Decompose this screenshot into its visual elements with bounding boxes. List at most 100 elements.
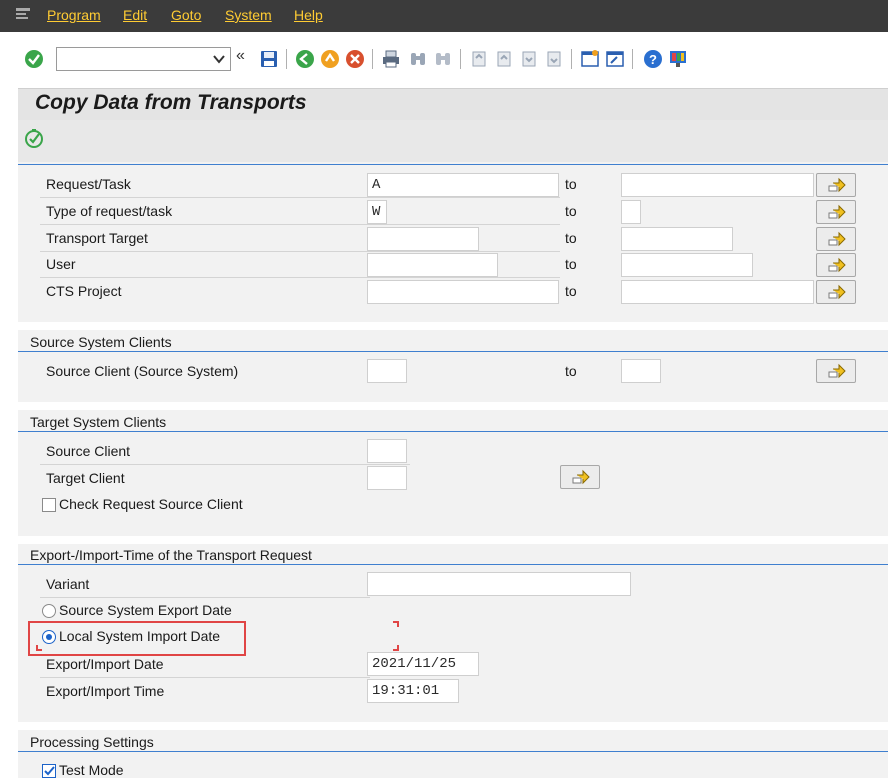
source-client-source-system-label: Source Client (Source System) — [46, 363, 239, 379]
target-client-input[interactable] — [367, 466, 407, 490]
new-session-icon[interactable] — [580, 49, 600, 69]
selection-group: Request/Task A to Type of request/task W… — [18, 162, 888, 322]
last-page-icon[interactable] — [544, 49, 564, 69]
group-divider — [18, 431, 888, 432]
arrow-right-icon — [828, 363, 846, 379]
collapse-icon[interactable]: « — [236, 47, 245, 65]
to-label: to — [565, 283, 577, 299]
export-import-time-label: Export/Import Time — [46, 683, 165, 699]
check-request-source-client-label: Check Request Source Client — [59, 496, 243, 512]
arrow-right-icon — [828, 257, 846, 273]
source-client-high-input[interactable] — [621, 359, 661, 383]
cts-project-low-input[interactable] — [367, 280, 559, 304]
group-title: Export-/Import-Time of the Transport Req… — [30, 547, 312, 563]
find-next-icon[interactable] — [433, 49, 453, 69]
print-icon[interactable] — [381, 49, 401, 69]
cts-project-label: CTS Project — [46, 283, 122, 299]
user-high-input[interactable] — [621, 253, 753, 277]
menu-help[interactable]: Help — [294, 7, 323, 23]
group-divider — [18, 564, 888, 565]
to-label: to — [565, 176, 577, 192]
cancel-icon[interactable] — [345, 49, 365, 69]
focus-corner-marker — [36, 645, 42, 651]
transport-target-low-input[interactable] — [367, 227, 479, 251]
shortcut-icon[interactable] — [605, 49, 625, 69]
toolbar-separator — [372, 49, 373, 69]
find-icon[interactable] — [408, 49, 428, 69]
menu-system[interactable]: System — [225, 7, 272, 23]
cts-project-high-input[interactable] — [621, 280, 814, 304]
target-client-multiple-selection-button[interactable] — [560, 465, 600, 489]
focus-corner-marker — [393, 645, 399, 651]
page-title: Copy Data from Transports — [35, 91, 307, 114]
type-of-request-high-input[interactable] — [621, 200, 641, 224]
execute-icon[interactable] — [24, 129, 44, 149]
standard-toolbar: « ? — [0, 32, 888, 88]
focus-corner-marker — [393, 621, 399, 627]
customize-layout-icon[interactable] — [668, 49, 688, 69]
group-divider — [18, 351, 888, 352]
row-divider — [40, 597, 370, 598]
source-client-multiple-selection-button[interactable] — [816, 359, 856, 383]
menu-program[interactable]: Program — [47, 7, 101, 23]
request-task-low-input[interactable]: A — [367, 173, 559, 197]
first-page-icon[interactable] — [469, 49, 489, 69]
application-toolbar — [18, 120, 888, 162]
check-request-source-client-checkbox[interactable] — [42, 498, 56, 512]
export-import-time-input[interactable]: 19:31:01 — [367, 679, 459, 703]
type-of-request-low-input[interactable]: W — [367, 200, 387, 224]
to-label: to — [565, 256, 577, 272]
source-system-export-date-label: Source System Export Date — [59, 602, 232, 618]
toolbar-separator — [286, 49, 287, 69]
type-of-request-multiple-selection-button[interactable] — [816, 200, 856, 224]
row-divider — [40, 677, 370, 678]
chevron-down-icon[interactable] — [211, 51, 227, 67]
export-import-date-label: Export/Import Date — [46, 656, 164, 672]
group-title: Processing Settings — [30, 734, 154, 750]
arrow-right-icon — [828, 284, 846, 300]
type-of-request-label: Type of request/task — [46, 203, 173, 219]
arrow-right-icon — [828, 231, 846, 247]
menu-icon[interactable] — [16, 8, 32, 20]
group-title: Target System Clients — [30, 414, 167, 430]
variant-input[interactable] — [367, 572, 631, 596]
source-client-low-input[interactable] — [367, 359, 407, 383]
source-client-input[interactable] — [367, 439, 407, 463]
previous-page-icon[interactable] — [494, 49, 514, 69]
command-field[interactable] — [56, 47, 231, 71]
row-divider — [40, 464, 410, 465]
to-label: to — [565, 363, 577, 379]
cts-project-multiple-selection-button[interactable] — [816, 280, 856, 304]
variant-label: Variant — [46, 576, 90, 592]
transport-target-multiple-selection-button[interactable] — [816, 227, 856, 251]
menu-bar: Program Edit Goto System Help — [0, 0, 888, 32]
target-system-clients-group: Target System Clients Source Client Targ… — [18, 410, 888, 536]
menu-edit[interactable]: Edit — [123, 7, 147, 23]
source-system-export-date-radio[interactable] — [42, 604, 56, 618]
menu-goto[interactable]: Goto — [171, 7, 201, 23]
save-icon[interactable] — [259, 49, 279, 69]
source-system-clients-group: Source System Clients Source Client (Sou… — [18, 330, 888, 402]
test-mode-label: Test Mode — [59, 762, 124, 778]
user-multiple-selection-button[interactable] — [816, 253, 856, 277]
back-icon[interactable] — [295, 49, 315, 69]
group-divider — [18, 751, 888, 752]
request-task-high-input[interactable] — [621, 173, 814, 197]
request-task-multiple-selection-button[interactable] — [816, 173, 856, 197]
request-task-label: Request/Task — [46, 176, 131, 192]
toolbar-separator — [460, 49, 461, 69]
to-label: to — [565, 203, 577, 219]
test-mode-checkbox[interactable] — [42, 764, 56, 778]
help-icon[interactable]: ? — [643, 49, 663, 69]
row-divider — [40, 277, 560, 278]
exit-icon[interactable] — [320, 49, 340, 69]
arrow-right-icon — [828, 177, 846, 193]
row-divider — [40, 224, 560, 225]
export-import-date-input[interactable]: 2021/11/25 — [367, 652, 479, 676]
next-page-icon[interactable] — [519, 49, 539, 69]
user-low-input[interactable] — [367, 253, 498, 277]
transport-target-high-input[interactable] — [621, 227, 733, 251]
toolbar-separator — [571, 49, 572, 69]
transport-target-label: Transport Target — [46, 230, 148, 246]
enter-check-icon[interactable] — [24, 49, 44, 69]
